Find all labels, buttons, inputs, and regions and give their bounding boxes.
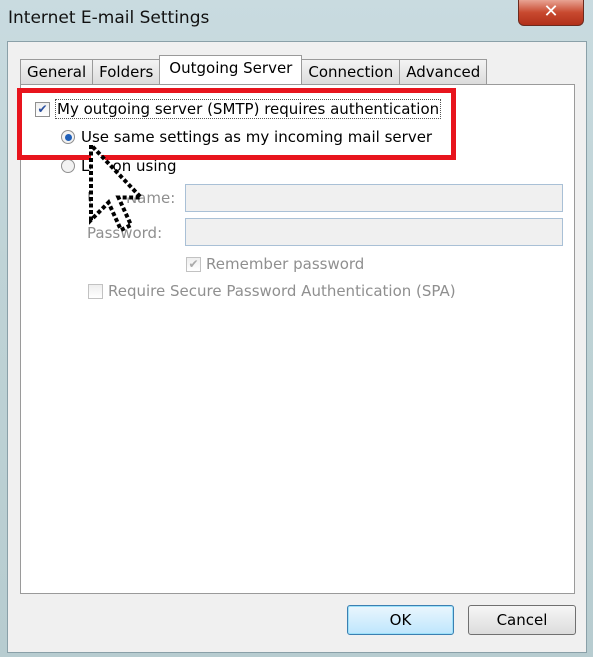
tab-advanced[interactable]: Advanced	[399, 59, 488, 84]
checkbox-checked-icon: ✔	[186, 256, 201, 272]
mouse-pointer-icon	[89, 140, 146, 233]
ok-button[interactable]: OK	[347, 605, 454, 635]
cancel-button[interactable]: Cancel	[468, 605, 576, 635]
tab-connection[interactable]: Connection	[301, 59, 401, 84]
user-name-input[interactable]	[185, 184, 563, 212]
radio-unselected-icon	[61, 159, 75, 173]
close-icon: ✕	[543, 1, 559, 22]
close-button[interactable]: ✕	[518, 0, 584, 26]
red-highlight-box	[17, 88, 456, 160]
spa-label: Require Secure Password Authentication (…	[108, 282, 456, 300]
tab-bar: General Folders Outgoing Server Connecti…	[20, 55, 488, 84]
checkbox-unchecked-icon	[88, 283, 103, 299]
window-title: Internet E-mail Settings	[8, 8, 210, 28]
tab-general[interactable]: General	[20, 59, 94, 84]
password-input[interactable]	[185, 218, 563, 246]
spa-checkbox[interactable]: Require Secure Password Authentication (…	[88, 282, 456, 300]
remember-password-label: Remember password	[206, 255, 365, 273]
tab-outgoing-server[interactable]: Outgoing Server	[159, 55, 303, 84]
tab-folders[interactable]: Folders	[92, 59, 161, 84]
remember-password-checkbox[interactable]: ✔ Remember password	[186, 255, 364, 273]
